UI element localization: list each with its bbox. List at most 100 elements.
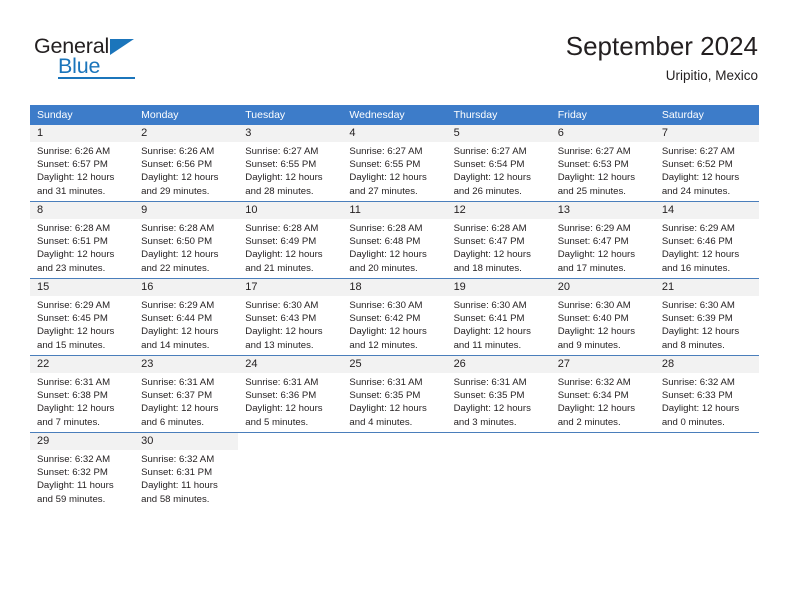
calendar-day-cell[interactable]: 15 Sunrise: 6:29 AM Sunset: 6:45 PM Dayligh… — [30, 279, 135, 355]
day-of-week-header-monday: Monday — [141, 109, 179, 121]
calendar-day-cell[interactable]: 3 Sunrise: 6:27 AM Sunset: 6:55 PM Daylight… — [238, 125, 343, 201]
day-detail-line: and 17 minutes. — [557, 262, 626, 274]
day-number: 16 — [134, 279, 239, 296]
day-number: 27 — [550, 356, 655, 373]
calendar-week-row: 1 Sunrise: 6:26 AM Sunset: 6:57 PM Daylight… — [30, 125, 759, 201]
day-details: Sunrise: 6:28 AM Sunset: 6:47 PM Daylight:… — [447, 219, 551, 275]
calendar-day-cell[interactable]: 9 Sunrise: 6:28 AM Sunset: 6:50 PM Daylight… — [134, 202, 239, 278]
calendar-day-cell[interactable]: 10 Sunrise: 6:28 AM Sunset: 6:49 PM Dayligh… — [238, 202, 343, 278]
calendar-day-cell[interactable]: 22 Sunrise: 6:31 AM Sunset: 6:38 PM Dayligh… — [30, 356, 135, 432]
calendar-day-cell[interactable]: 14 Sunrise: 6:29 AM Sunset: 6:46 PM Dayligh… — [654, 202, 759, 278]
day-detail-line: Sunset: 6:43 PM — [245, 313, 317, 325]
day-detail-line: and 22 minutes. — [141, 262, 210, 274]
calendar-day-cell[interactable]: 11 Sunrise: 6:28 AM Sunset: 6:48 PM Dayligh… — [342, 202, 447, 278]
calendar-day-cell[interactable]: 27 Sunrise: 6:32 AM Sunset: 6:34 PM Dayligh… — [550, 356, 655, 432]
day-details: Sunrise: 6:29 AM Sunset: 6:45 PM Daylight:… — [30, 296, 134, 352]
day-detail-line: and 29 minutes. — [141, 185, 210, 197]
day-detail-line: Sunrise: 6:32 AM — [141, 454, 215, 465]
day-of-week-header-saturday: Saturday — [661, 109, 704, 121]
day-details: Sunrise: 6:30 AM Sunset: 6:42 PM Daylight:… — [342, 296, 446, 352]
day-detail-line: Daylight: 12 hours — [661, 326, 740, 338]
day-detail-line: and 25 minutes. — [557, 185, 626, 197]
day-number: 20 — [550, 279, 655, 296]
day-detail-line: Daylight: 12 hours — [37, 249, 115, 261]
day-detail-line: and 13 minutes. — [245, 339, 314, 351]
day-detail-line: Sunset: 6:51 PM — [37, 236, 108, 248]
calendar-day-cell[interactable]: 20 Sunrise: 6:30 AM Sunset: 6:40 PM Dayligh… — [550, 279, 655, 355]
day-details: Sunrise: 6:32 AM Sunset: 6:34 PM Daylight:… — [551, 373, 655, 429]
calendar-day-cell[interactable]: 2 Sunrise: 6:26 AM Sunset: 6:56 PM Daylight… — [134, 125, 239, 201]
day-number: 4 — [342, 125, 447, 142]
calendar-day-cell[interactable]: 4 Sunrise: 6:27 AM Sunset: 6:55 PM Daylight… — [342, 125, 447, 201]
day-detail-line: Daylight: 12 hours — [37, 172, 115, 184]
day-number: 25 — [342, 356, 447, 373]
day-detail-line: Daylight: 12 hours — [141, 403, 219, 415]
general-blue-logo[interactable]: General Blue — [34, 34, 214, 90]
calendar-day-cell[interactable]: 29 Sunrise: 6:32 AM Sunset: 6:32 PM Dayligh… — [30, 433, 135, 509]
calendar-day-cell[interactable]: 19 Sunrise: 6:30 AM Sunset: 6:41 PM Dayligh… — [446, 279, 551, 355]
day-detail-line: Sunset: 6:33 PM — [661, 390, 733, 402]
day-detail-line: Sunset: 6:47 PM — [453, 236, 525, 248]
day-detail-line: Sunset: 6:48 PM — [349, 236, 421, 248]
day-detail-line: Sunrise: 6:28 AM — [245, 223, 319, 234]
day-detail-line: Sunset: 6:57 PM — [37, 159, 108, 171]
day-detail-line: and 28 minutes. — [245, 185, 314, 197]
day-details: Sunrise: 6:31 AM Sunset: 6:38 PM Daylight:… — [30, 373, 134, 429]
day-number — [447, 433, 551, 450]
calendar-day-cell[interactable]: 25 Sunrise: 6:31 AM Sunset: 6:35 PM Dayligh… — [342, 356, 447, 432]
day-detail-line: and 5 minutes. — [245, 416, 309, 428]
calendar-day-cell-empty — [655, 433, 759, 509]
day-detail-line: Sunrise: 6:27 AM — [245, 146, 319, 157]
day-detail-line: Sunrise: 6:29 AM — [557, 223, 631, 234]
calendar-day-cell[interactable]: 16 Sunrise: 6:29 AM Sunset: 6:44 PM Dayligh… — [134, 279, 239, 355]
calendar-day-cell[interactable]: 7 Sunrise: 6:27 AM Sunset: 6:52 PM Daylight… — [654, 125, 759, 201]
day-details: Sunrise: 6:32 AM Sunset: 6:32 PM Daylight:… — [30, 450, 134, 506]
logo-text-blue: Blue — [58, 54, 101, 78]
calendar-day-cell[interactable]: 21 Sunrise: 6:30 AM Sunset: 6:39 PM Dayligh… — [654, 279, 759, 355]
day-detail-line: Sunrise: 6:29 AM — [661, 223, 735, 234]
calendar-day-cell[interactable]: 26 Sunrise: 6:31 AM Sunset: 6:35 PM Dayligh… — [446, 356, 551, 432]
day-detail-line: Sunset: 6:38 PM — [37, 390, 108, 402]
calendar-day-cell[interactable]: 24 Sunrise: 6:31 AM Sunset: 6:36 PM Dayligh… — [238, 356, 343, 432]
title-block: September 2024 Uripitio, Mexico — [566, 30, 758, 86]
calendar-day-cell[interactable]: 28 Sunrise: 6:32 AM Sunset: 6:33 PM Dayligh… — [654, 356, 759, 432]
day-number: 19 — [446, 279, 551, 296]
calendar-day-cell[interactable]: 17 Sunrise: 6:30 AM Sunset: 6:43 PM Dayligh… — [238, 279, 343, 355]
day-number: 5 — [446, 125, 551, 142]
day-detail-line: Sunset: 6:42 PM — [349, 313, 421, 325]
day-details: Sunrise: 6:28 AM Sunset: 6:49 PM Daylight:… — [238, 219, 342, 275]
calendar-day-cell[interactable]: 6 Sunrise: 6:27 AM Sunset: 6:53 PM Daylight… — [550, 125, 655, 201]
day-detail-line: and 3 minutes. — [453, 416, 517, 428]
day-number: 15 — [30, 279, 135, 296]
day-detail-line: Sunset: 6:47 PM — [557, 236, 629, 248]
day-detail-line: Daylight: 12 hours — [245, 172, 323, 184]
calendar-day-cell[interactable]: 8 Sunrise: 6:28 AM Sunset: 6:51 PM Daylight… — [30, 202, 135, 278]
day-detail-line: Daylight: 12 hours — [349, 403, 427, 415]
day-of-week-header-thursday: Thursday — [453, 109, 498, 121]
calendar-day-cell[interactable]: 1 Sunrise: 6:26 AM Sunset: 6:57 PM Daylight… — [30, 125, 135, 201]
calendar-day-cell[interactable]: 30 Sunrise: 6:32 AM Sunset: 6:31 PM Dayligh… — [134, 433, 239, 509]
day-detail-line: Daylight: 12 hours — [141, 326, 219, 338]
day-number — [238, 433, 342, 450]
calendar-week-row: 8 Sunrise: 6:28 AM Sunset: 6:51 PM Daylight… — [30, 201, 759, 278]
day-detail-line: Sunrise: 6:31 AM — [245, 377, 319, 388]
day-details: Sunrise: 6:27 AM Sunset: 6:54 PM Daylight:… — [447, 142, 551, 198]
day-detail-line: Sunrise: 6:30 AM — [349, 300, 423, 311]
day-of-week-header-wednesday: Wednesday — [349, 109, 405, 121]
day-detail-line: Sunrise: 6:27 AM — [453, 146, 527, 157]
day-detail-line: Sunrise: 6:26 AM — [141, 146, 215, 157]
calendar-day-cell[interactable]: 18 Sunrise: 6:30 AM Sunset: 6:42 PM Dayligh… — [342, 279, 447, 355]
calendar-day-cell[interactable]: 5 Sunrise: 6:27 AM Sunset: 6:54 PM Daylight… — [446, 125, 551, 201]
calendar-day-cell[interactable]: 23 Sunrise: 6:31 AM Sunset: 6:37 PM Dayligh… — [134, 356, 239, 432]
day-detail-line: Sunrise: 6:30 AM — [245, 300, 319, 311]
day-detail-line: and 15 minutes. — [37, 339, 106, 351]
day-number: 10 — [238, 202, 343, 219]
day-number: 11 — [342, 202, 447, 219]
day-details: Sunrise: 6:29 AM Sunset: 6:46 PM Daylight:… — [655, 219, 759, 275]
calendar-day-cell[interactable]: 12 Sunrise: 6:28 AM Sunset: 6:47 PM Dayligh… — [446, 202, 551, 278]
day-detail-line: Daylight: 12 hours — [557, 403, 636, 415]
day-number: 3 — [238, 125, 343, 142]
day-detail-line: Sunrise: 6:29 AM — [141, 300, 215, 311]
day-detail-line: Daylight: 11 hours — [141, 480, 218, 492]
calendar-day-cell[interactable]: 13 Sunrise: 6:29 AM Sunset: 6:47 PM Dayligh… — [550, 202, 655, 278]
